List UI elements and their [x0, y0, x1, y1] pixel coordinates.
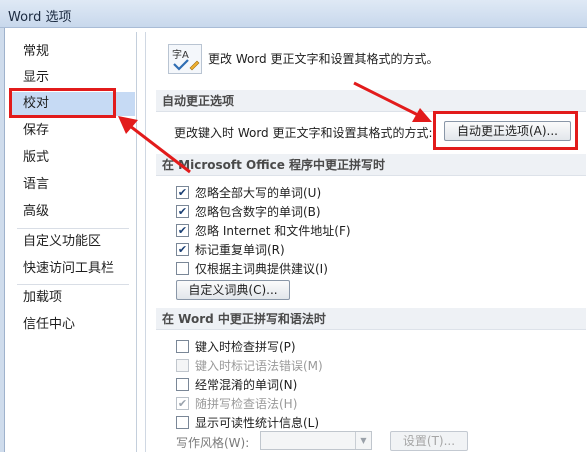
option-ignore-internet[interactable]: ✔ 忽略 Internet 和文件地址(F)	[176, 221, 351, 239]
ignore-numbers-checkbox[interactable]: ✔	[176, 204, 189, 218]
sidebar-item-advanced[interactable]: 高级	[11, 200, 135, 224]
ignore-internet-checkbox[interactable]: ✔	[176, 223, 189, 237]
sidebar-item-general[interactable]: 常规	[11, 40, 135, 64]
option-readability[interactable]: 显示可读性统计信息(L)	[176, 413, 319, 431]
sidebar-divider	[17, 228, 129, 229]
sidebar-item-display[interactable]: 显示	[11, 66, 135, 90]
main-dictionary-only-checkbox[interactable]	[176, 261, 189, 275]
proofing-panel: 字A 更改 Word 更正文字和设置其格式的方式。 自动更正选项 更改键入时 W…	[145, 32, 587, 452]
sidebar-item-language[interactable]: 语言	[11, 173, 135, 197]
check-spelling-label: 键入时检查拼写(P)	[195, 339, 296, 354]
option-check-spelling[interactable]: 键入时检查拼写(P)	[176, 337, 296, 355]
sidebar: 常规 显示 校对 保存 版式 语言 高级 自定义功能区 快速访问工具栏 加载项 …	[5, 32, 137, 452]
page-description: 更改 Word 更正文字和设置其格式的方式。	[208, 52, 439, 66]
option-check-grammar: ✔ 随拼写检查语法(H)	[176, 394, 297, 412]
autocorrect-description: 更改键入时 Word 更正文字和设置其格式的方式:	[174, 126, 433, 140]
section-office-spelling-header: 在 Microsoft Office 程序中更正拼写时	[156, 154, 586, 176]
option-mark-grammar: 键入时标记语法错误(M)	[176, 356, 323, 374]
flag-repeated-label: 标记重复单词(R)	[195, 242, 285, 257]
options-dialog: 常规 显示 校对 保存 版式 语言 高级 自定义功能区 快速访问工具栏 加载项 …	[4, 28, 587, 452]
option-main-dictionary-only[interactable]: 仅根据主词典提供建议(I)	[176, 259, 328, 277]
check-grammar-label: 随拼写检查语法(H)	[195, 396, 298, 411]
sidebar-item-layout[interactable]: 版式	[11, 146, 135, 170]
ignore-uppercase-checkbox[interactable]: ✔	[176, 185, 189, 199]
ignore-internet-label: 忽略 Internet 和文件地址(F)	[195, 223, 351, 238]
mark-grammar-checkbox	[176, 358, 189, 372]
readability-label: 显示可读性统计信息(L)	[195, 415, 320, 430]
option-flag-repeated[interactable]: ✔ 标记重复单词(R)	[176, 240, 285, 258]
title-bar: Word 选项	[0, 0, 587, 28]
writing-style-settings-button: 设置(T)...	[390, 431, 468, 451]
sidebar-item-proofing[interactable]: 校对	[11, 92, 135, 116]
custom-dictionaries-button[interactable]: 自定义词典(C)...	[176, 280, 290, 300]
ignore-uppercase-label: 忽略全部大写的单词(U)	[195, 185, 322, 200]
option-ignore-numbers[interactable]: ✔ 忽略包含数字的单词(B)	[176, 202, 321, 220]
sidebar-item-trust-center[interactable]: 信任中心	[11, 313, 135, 337]
writing-style-select: ▼	[260, 431, 372, 450]
sidebar-item-save[interactable]: 保存	[11, 119, 135, 143]
readability-checkbox[interactable]	[176, 415, 189, 429]
sidebar-divider	[17, 284, 129, 285]
section-word-spelling-header: 在 Word 中更正拼写和语法时	[156, 308, 586, 330]
abc-icon-text: 字A	[172, 48, 189, 61]
check-grammar-checkbox: ✔	[176, 396, 189, 410]
sidebar-item-customize-ribbon[interactable]: 自定义功能区	[11, 230, 135, 254]
check-spelling-checkbox[interactable]	[176, 339, 189, 353]
sidebar-item-addins[interactable]: 加载项	[11, 286, 135, 310]
option-confused-words[interactable]: 经常混淆的单词(N)	[176, 375, 297, 393]
confused-words-checkbox[interactable]	[176, 377, 189, 391]
main-dictionary-only-label: 仅根据主词典提供建议(I)	[195, 261, 328, 276]
chevron-down-icon: ▼	[355, 432, 371, 449]
autocorrect-options-button[interactable]: 自动更正选项(A)...	[444, 121, 571, 141]
window-title: Word 选项	[8, 10, 72, 25]
ignore-numbers-label: 忽略包含数字的单词(B)	[195, 204, 321, 219]
sidebar-item-quick-access-toolbar[interactable]: 快速访问工具栏	[11, 257, 135, 281]
writing-style-label: 写作风格(W):	[176, 436, 250, 450]
mark-grammar-label: 键入时标记语法错误(M)	[195, 358, 323, 373]
confused-words-label: 经常混淆的单词(N)	[195, 377, 298, 392]
flag-repeated-checkbox[interactable]: ✔	[176, 242, 189, 256]
abc-check-icon: 字A	[168, 44, 202, 74]
section-autocorrect-header: 自动更正选项	[156, 90, 586, 112]
option-ignore-uppercase[interactable]: ✔ 忽略全部大写的单词(U)	[176, 183, 321, 201]
